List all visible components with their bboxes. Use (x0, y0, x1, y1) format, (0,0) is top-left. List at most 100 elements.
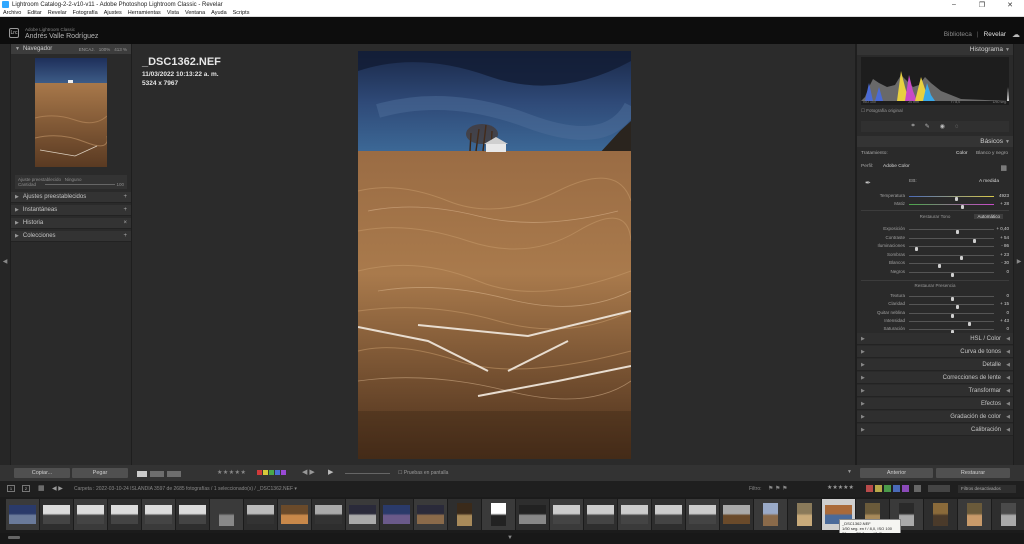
slider-value[interactable]: 0 (1006, 326, 1009, 331)
previous-settings-button[interactable]: Anterior (860, 468, 933, 478)
navigator-header[interactable]: ▼ Navegador ENCAJ. 100% 413 % (11, 44, 131, 54)
right-panel-toggle-icon[interactable]: ▶ (1014, 258, 1024, 265)
page-2-button[interactable]: 2 (22, 485, 30, 492)
menu-revelar[interactable]: Revelar (45, 10, 70, 16)
filmstrip-thumbnail[interactable] (482, 499, 515, 530)
slider-knob[interactable] (959, 255, 963, 260)
filmstrip-thumbnail[interactable] (312, 499, 345, 530)
section-historia[interactable]: ▶ Historia × (11, 218, 131, 229)
filmstrip-thumbnail[interactable] (720, 499, 753, 530)
profile-select[interactable]: Adobe Color (883, 164, 910, 169)
slider-value[interactable]: + 23 (1000, 252, 1009, 257)
add-snapshot-icon[interactable]: + (123, 207, 127, 213)
filter-purple-swatch[interactable] (902, 485, 909, 492)
add-preset-icon[interactable]: + (123, 194, 127, 200)
filmstrip-thumbnail[interactable] (74, 499, 107, 530)
filter-yellow-swatch[interactable] (875, 485, 882, 492)
zoom-100-option[interactable]: 100% (99, 47, 111, 52)
profile-browser-icon[interactable]: ▦ (1000, 164, 1007, 172)
slider-blancos[interactable]: Blancos - 30 (861, 260, 1009, 268)
slider-value[interactable]: + 54 (1000, 235, 1009, 240)
slider-quitar-neblina[interactable]: Quitar neblina 0 (861, 310, 1009, 318)
red-label-swatch[interactable] (257, 470, 262, 475)
section-hsl-color[interactable]: ▶ HSL / Color ◀ (857, 333, 1013, 345)
filmstrip-thumbnail[interactable] (346, 499, 379, 530)
slider-track[interactable] (909, 296, 994, 301)
slider-knob[interactable] (914, 247, 918, 251)
paste-settings-button[interactable]: Pegar (72, 468, 128, 478)
section-colecciones[interactable]: ▶ Colecciones + (11, 231, 131, 242)
filmstrip-thumbnail[interactable] (278, 499, 311, 530)
slider-value[interactable]: 0 (1006, 310, 1009, 315)
slideshow-play-icon[interactable]: ▶ (328, 468, 333, 476)
slider-iluminaciones[interactable]: Iluminaciones - 86 (861, 243, 1009, 251)
flag-filter-icon[interactable]: ⚑ ⚑ ⚑ (768, 485, 787, 492)
filter-green-swatch[interactable] (884, 485, 891, 492)
maximize-button[interactable]: ❐ (968, 1, 996, 9)
menu-ajustes[interactable]: Ajustes (101, 10, 125, 16)
slider-track[interactable] (909, 263, 994, 268)
basic-header[interactable]: Básicos ▼ (857, 136, 1013, 147)
menu-fotografia[interactable]: Fotografía (70, 10, 101, 16)
source-path[interactable]: Carpeta : 2022-03-10-24 ISLANDIA 3597 de… (74, 486, 297, 492)
filmstrip-thumbnail[interactable] (142, 499, 175, 530)
page-1-button[interactable]: 1 (7, 485, 15, 492)
slider-value[interactable]: - 86 (1001, 243, 1009, 248)
menu-ayuda[interactable]: Ayuda (208, 10, 230, 16)
menu-herramientas[interactable]: Herramientas (125, 10, 164, 16)
soft-proof-checkbox[interactable]: ☐ Pruebas en pantalla (398, 470, 448, 476)
filmstrip-thumbnail[interactable] (924, 499, 957, 530)
copy-settings-button[interactable]: Copiar... (14, 468, 70, 478)
original-photo-checkbox[interactable]: ☐ Fotografía original (861, 108, 903, 114)
slider-track[interactable] (909, 237, 994, 243)
module-develop[interactable]: Revelar (984, 31, 1006, 38)
filmstrip-thumbnail[interactable] (108, 499, 141, 530)
menu-ventana[interactable]: Ventana (182, 10, 208, 16)
histogram[interactable]: ISO 100 20 mm f / 8,0 1/50 seg. (861, 57, 1009, 105)
slider-track[interactable] (909, 320, 994, 326)
scrollbar-thumb[interactable] (8, 536, 20, 539)
slider-track[interactable] (909, 329, 994, 335)
filmstrip-scrollbar[interactable]: ▼ (0, 533, 1024, 544)
slider-value[interactable]: 4923 (999, 193, 1009, 198)
slider-knob[interactable] (937, 264, 941, 268)
next-photo-icon[interactable]: ▶ (309, 469, 314, 476)
filmstrip-thumbnail[interactable] (244, 499, 277, 530)
menu-editar[interactable]: Editar (24, 10, 44, 16)
right-edge-strip[interactable]: ▶ (1014, 44, 1024, 481)
filter-stars[interactable]: ★★★★★ (827, 484, 854, 491)
reset-button[interactable]: Restaurar (936, 468, 1010, 478)
filmstrip-thumbnail[interactable] (652, 499, 685, 530)
slider-knob[interactable] (960, 205, 964, 209)
slider-value[interactable]: + 0,40 (996, 226, 1009, 231)
yellow-label-swatch[interactable] (263, 470, 268, 475)
section-transformar[interactable]: ▶ Transformar ◀ (857, 385, 1013, 397)
filter-kind-box[interactable] (928, 485, 950, 492)
nav-arrows-icon[interactable]: ◀ ▶ (52, 485, 63, 492)
menu-vista[interactable]: Vista (164, 10, 182, 16)
filmstrip-thumbnail[interactable] (958, 499, 991, 530)
filmstrip-thumbnail[interactable] (414, 499, 447, 530)
slider-intensidad[interactable]: Intensidad + 43 (861, 318, 1009, 326)
filmstrip-thumbnail[interactable] (6, 499, 39, 530)
main-photo[interactable] (358, 51, 631, 459)
filmstrip-thumbnail[interactable] (550, 499, 583, 530)
section-efectos[interactable]: ▶ Efectos ◀ (857, 398, 1013, 410)
minimize-button[interactable]: – (940, 1, 968, 9)
slider-track[interactable] (909, 196, 994, 201)
filmstrip-thumbnail[interactable] (754, 499, 787, 530)
section-correcciones-de-lente[interactable]: ▶ Correcciones de lente ◀ (857, 372, 1013, 384)
masking-tool-icon[interactable]: ◌ (955, 124, 959, 130)
section-curva-de-tonos[interactable]: ▶ Curva de tonos ◀ (857, 346, 1013, 358)
slider-contraste[interactable]: Contraste + 54 (861, 235, 1009, 243)
filter-gray-swatch[interactable] (914, 485, 921, 492)
section-gradaci-n-de-color[interactable]: ▶ Gradación de color ◀ (857, 411, 1013, 423)
section-calibraci-n[interactable]: ▶ Calibración ◀ (857, 424, 1013, 436)
auto-tone-button[interactable]: Automático (974, 214, 1003, 219)
slider-value[interactable]: + 28 (1000, 201, 1009, 206)
slider-value[interactable]: 0 (1006, 269, 1009, 274)
filmstrip-thumbnail[interactable] (516, 499, 549, 530)
section-ajustes-preestablecidos[interactable]: ▶ Ajustes preestablecidos + (11, 192, 131, 203)
slider-track[interactable] (909, 312, 994, 318)
slider-track[interactable] (909, 229, 994, 234)
